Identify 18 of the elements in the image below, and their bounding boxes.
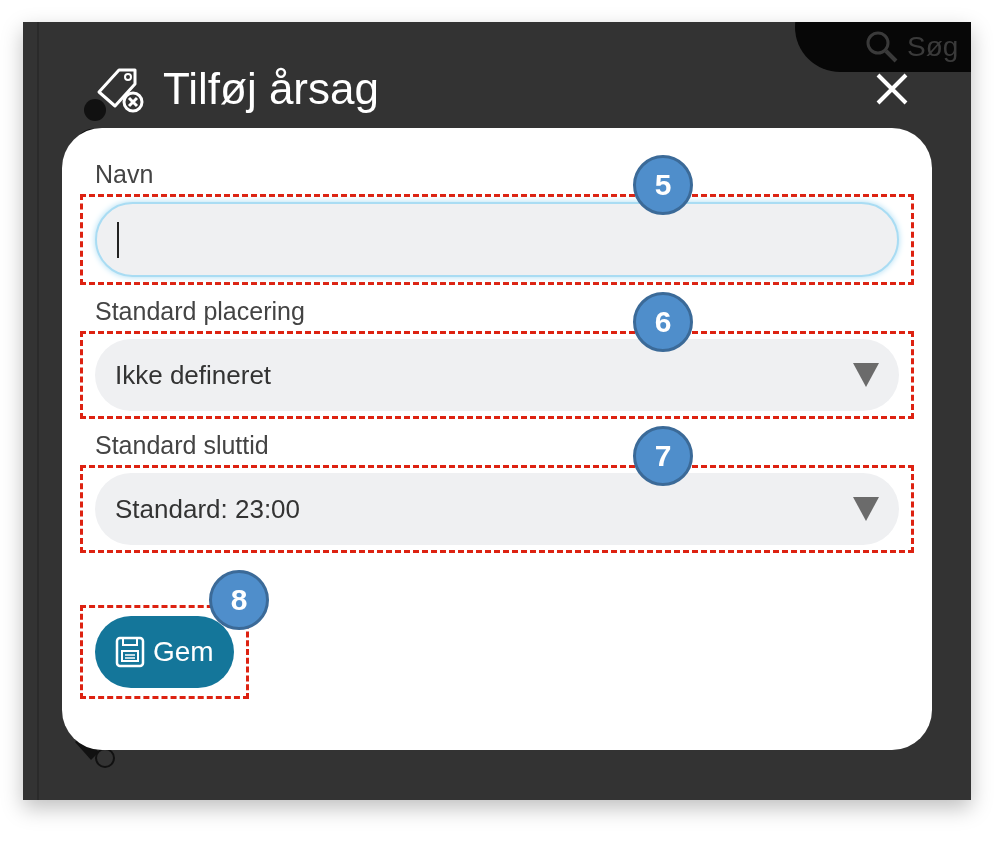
search-icon (865, 30, 899, 64)
field-label: Standard placering (95, 296, 305, 327)
select-field[interactable]: Standard: 23:00 (95, 473, 899, 545)
save-button[interactable]: Gem (95, 616, 234, 688)
dropdown-arrow-icon (853, 497, 879, 521)
field-label: Navn (95, 159, 154, 190)
dropdown-arrow-icon (853, 363, 879, 387)
name-input-field[interactable] (95, 202, 899, 277)
close-icon (875, 72, 909, 106)
dialog-title: Tilføj årsag (163, 63, 379, 115)
step-badge: 7 (633, 426, 693, 486)
close-button[interactable] (875, 72, 909, 106)
step-badge: 8 (209, 570, 269, 630)
step-badge: 6 (633, 292, 693, 352)
step-badge: 5 (633, 155, 693, 215)
select-field[interactable]: Ikke defineret (95, 339, 899, 411)
field-label: Standard sluttid (95, 430, 269, 461)
text-cursor (117, 221, 119, 258)
